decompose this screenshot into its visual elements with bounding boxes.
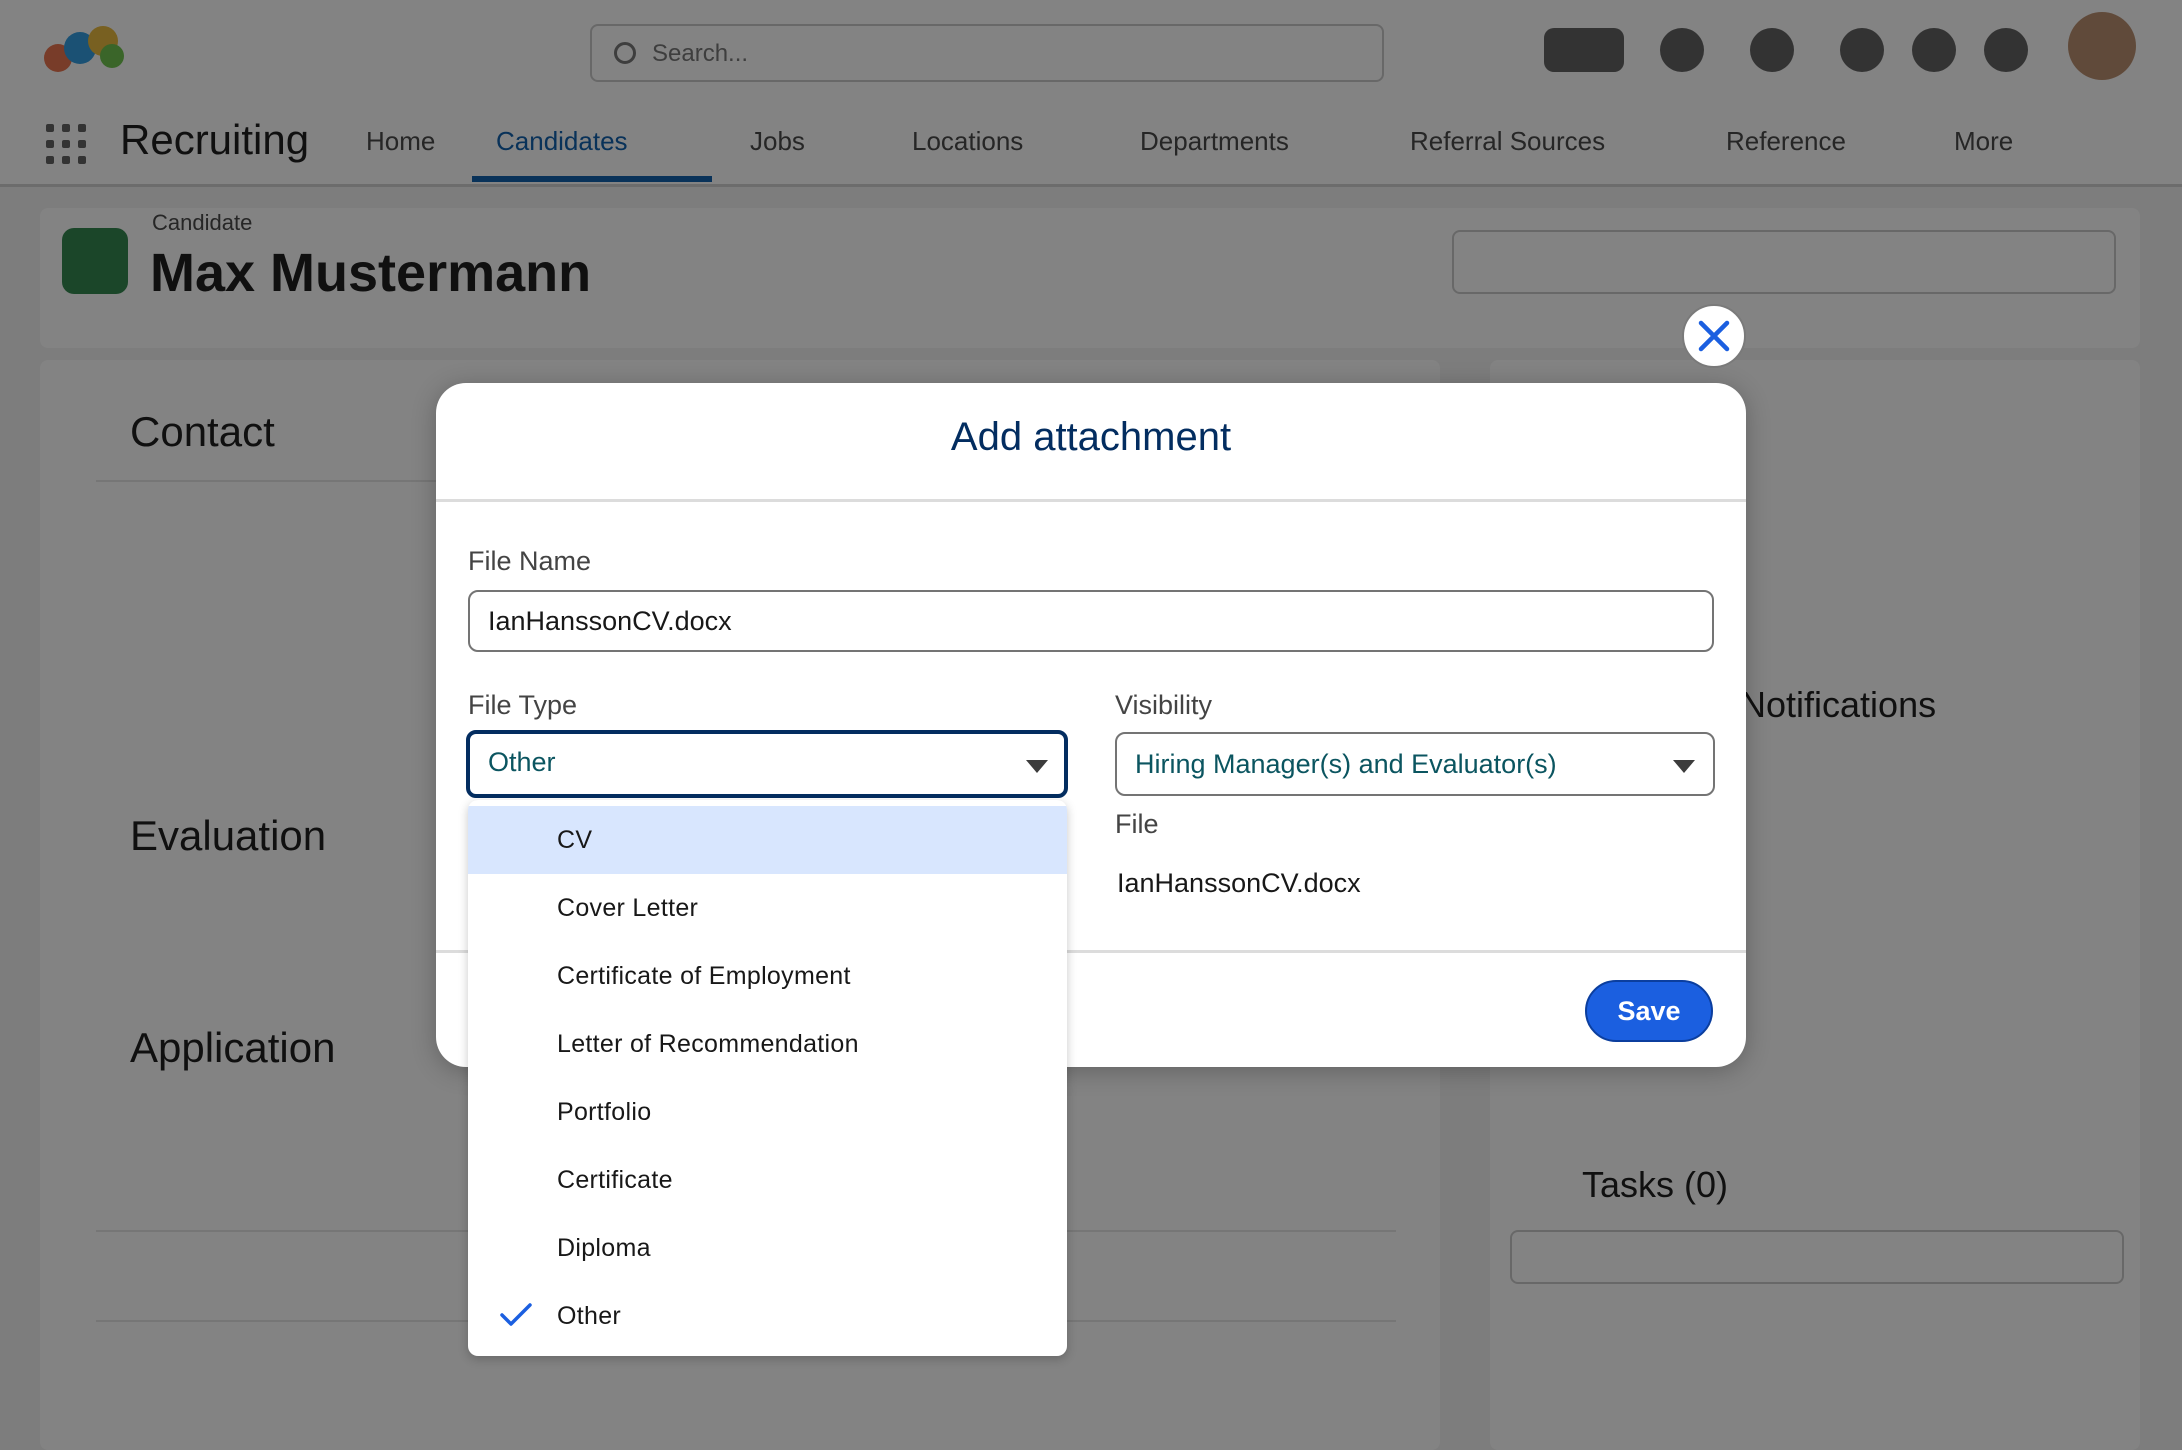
visibility-label: Visibility bbox=[1115, 690, 1213, 720]
close-modal-button[interactable] bbox=[1682, 304, 1746, 368]
option-label: Other bbox=[557, 1302, 622, 1330]
file-name-label: File Name bbox=[468, 546, 592, 576]
visibility-selected-value: Hiring Manager(s) and Evaluator(s) bbox=[1135, 749, 1557, 779]
option-label: Certificate bbox=[557, 1166, 673, 1194]
chevron-down-icon bbox=[1026, 760, 1048, 773]
file-type-label: File Type bbox=[468, 690, 578, 720]
option-cv[interactable]: CV bbox=[468, 806, 1067, 874]
checkmark-icon bbox=[500, 1303, 532, 1326]
option-label: Cover Letter bbox=[557, 894, 699, 922]
option-certificate-of-employment[interactable]: Certificate of Employment bbox=[468, 942, 1067, 1010]
option-label: Portfolio bbox=[557, 1098, 652, 1126]
file-value: IanHanssonCV.docx bbox=[1117, 868, 1361, 898]
option-label: Certificate of Employment bbox=[557, 962, 851, 990]
file-type-selected-value: Other bbox=[488, 747, 556, 777]
modal-header: Add attachment bbox=[436, 383, 1746, 502]
file-type-listbox: CV Cover Letter Certificate of Employmen… bbox=[468, 800, 1067, 1356]
option-label: Letter of Recommendation bbox=[557, 1030, 859, 1058]
option-label: CV bbox=[557, 826, 593, 854]
close-icon bbox=[1698, 320, 1730, 352]
option-diploma[interactable]: Diploma bbox=[468, 1214, 1067, 1282]
file-label: File bbox=[1115, 809, 1159, 839]
option-certificate[interactable]: Certificate bbox=[468, 1146, 1067, 1214]
option-portfolio[interactable]: Portfolio bbox=[468, 1078, 1067, 1146]
option-cover-letter[interactable]: Cover Letter bbox=[468, 874, 1067, 942]
visibility-combobox[interactable]: Hiring Manager(s) and Evaluator(s) bbox=[1115, 732, 1715, 796]
option-label: Diploma bbox=[557, 1234, 651, 1262]
save-button[interactable]: Save bbox=[1585, 980, 1713, 1042]
option-letter-of-recommendation[interactable]: Letter of Recommendation bbox=[468, 1010, 1067, 1078]
chevron-down-icon bbox=[1673, 760, 1695, 773]
option-other[interactable]: Other bbox=[468, 1282, 1067, 1350]
file-name-input[interactable] bbox=[468, 590, 1714, 652]
file-type-combobox[interactable]: Other bbox=[466, 730, 1068, 798]
modal-title: Add attachment bbox=[950, 415, 1232, 459]
